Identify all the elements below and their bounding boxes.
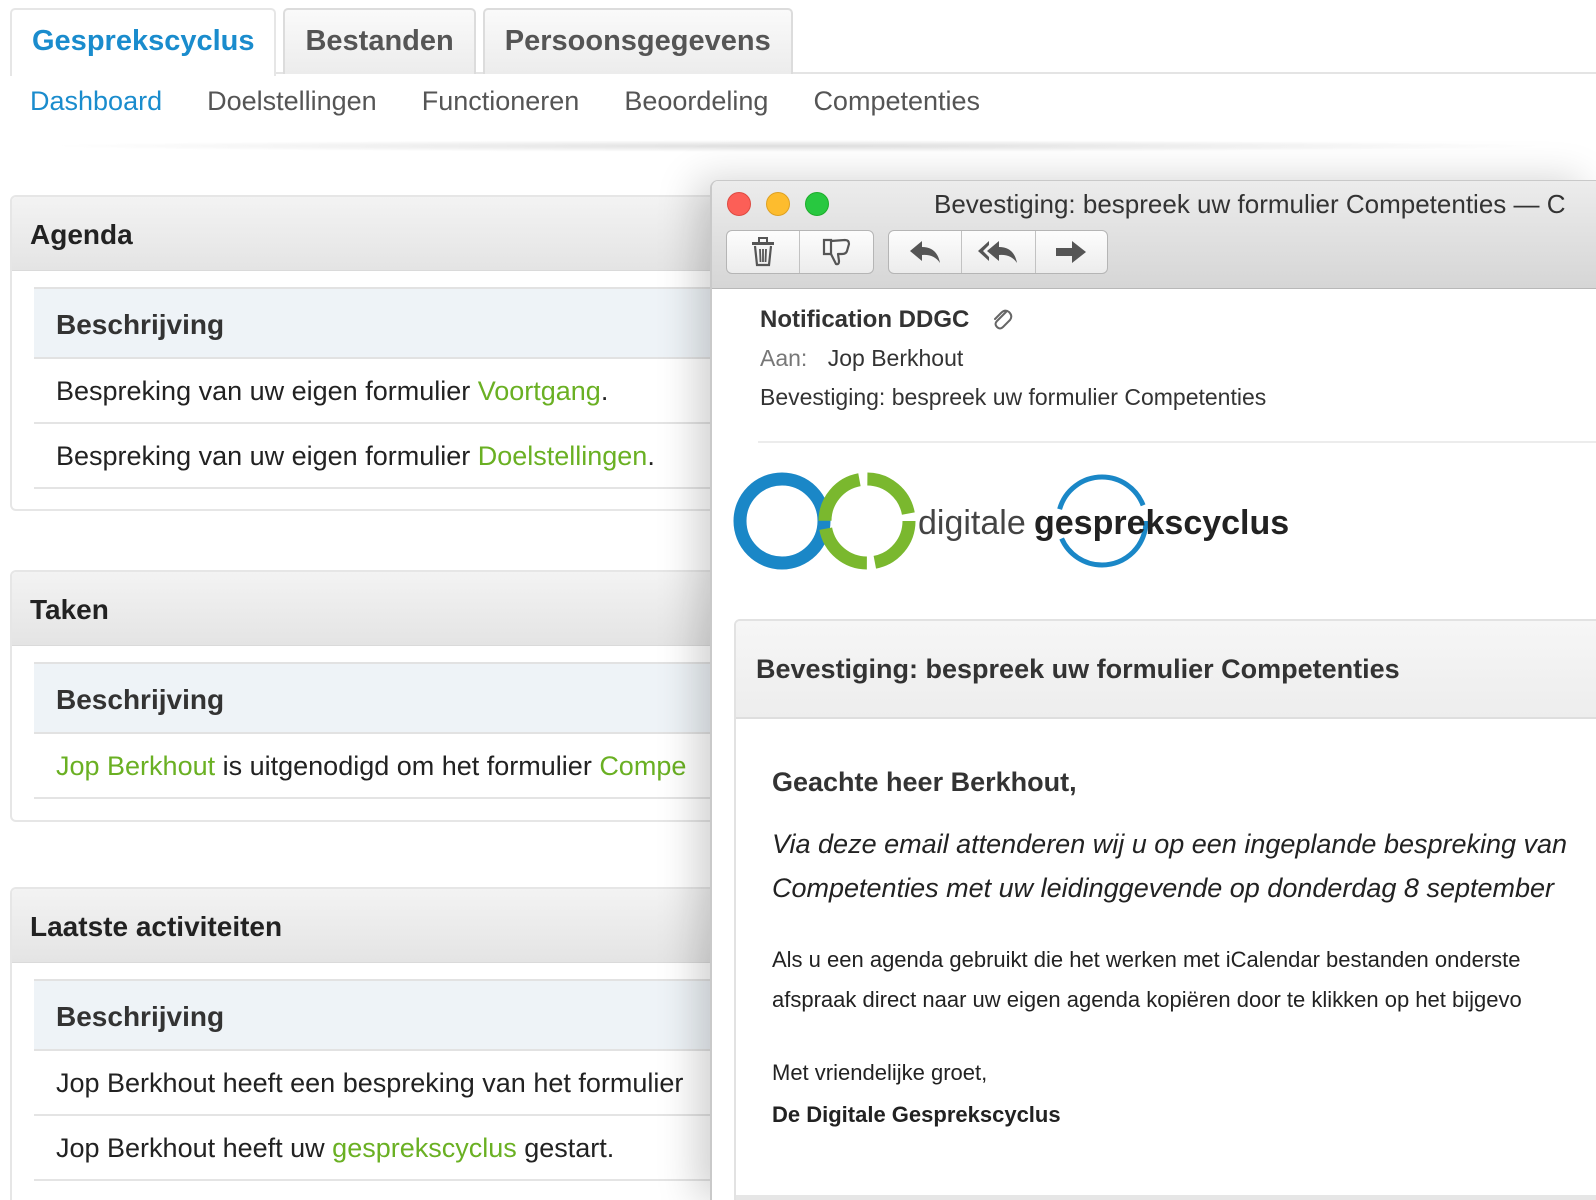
card-title: Bevestiging: bespreek uw formulier Compe… (736, 621, 1596, 719)
row-text-end: gestart. (516, 1133, 615, 1163)
close-window-button[interactable] (727, 192, 751, 216)
zoom-window-button[interactable] (805, 192, 829, 216)
table-row: Jop Berkhout is uitgenodigd om het formu… (34, 734, 748, 799)
mail-action-group (726, 230, 874, 274)
logo-word-gesprekscyclus: gesprekscyclus (1034, 504, 1289, 542)
tab-bestanden[interactable]: Bestanden (283, 8, 476, 74)
minimize-window-button[interactable] (766, 192, 790, 216)
tab-persoonsgegevens[interactable]: Persoonsgegevens (482, 8, 793, 74)
mail-header: Notification DDGC Aan: Jop Berkhout Beve… (760, 306, 1266, 411)
row-link[interactable]: Doelstellingen (478, 441, 648, 471)
delete-button[interactable] (727, 231, 800, 273)
nav-dashboard[interactable]: Dashboard (30, 86, 162, 117)
digitale-gesprekscyclus-logo: digitale gesprekscyclus (733, 472, 1289, 570)
table-row: Jop Berkhout heeft een bespreking van he… (34, 1051, 748, 1116)
mail-window: Bevestiging: bespreek uw formulier Compe… (710, 180, 1596, 1200)
intro-text: Via deze email attenderen wij u op een i… (772, 822, 1596, 910)
to-label: Aan: (760, 345, 808, 371)
row-text: Jop Berkhout heeft een bespreking van he… (56, 1068, 684, 1098)
table-row: Bespreking van uw eigen formulier Voortg… (34, 359, 748, 424)
row-link[interactable]: gesprekscyclus (332, 1133, 517, 1163)
row-link[interactable]: Compe (599, 751, 686, 781)
forward-button[interactable] (1036, 231, 1107, 273)
row-text: is uitgenodigd om het formulier (215, 751, 600, 781)
panel-title: Laatste activiteiten (12, 889, 748, 963)
tab-gesprekscyclus[interactable]: Gesprekscyclus (10, 8, 277, 76)
card-footer (736, 1195, 1596, 1200)
intro-line: Competenties met uw leidinggevende op do… (772, 873, 1555, 903)
panel-title: Agenda (12, 197, 748, 271)
activiteiten-panel: Laatste activiteiten Beschrijving Jop Be… (10, 887, 750, 1200)
reply-icon (910, 241, 941, 263)
row-text: Jop Berkhout heeft uw (56, 1133, 333, 1163)
paragraph-line: Als u een agenda gebruikt die het werken… (772, 947, 1521, 972)
column-header: Beschrijving (34, 287, 748, 359)
row-link[interactable]: Jop Berkhout (56, 751, 215, 781)
mail-subject: Bevestiging: bespreek uw formulier Compe… (760, 384, 1267, 410)
sub-navigation: Dashboard Doelstellingen Functioneren Be… (30, 86, 980, 117)
window-title: Bevestiging: bespreek uw formulier Compe… (934, 189, 1566, 219)
greeting: Geachte heer Berkhout, (772, 767, 1077, 797)
nav-functioneren[interactable]: Functioneren (422, 86, 580, 117)
signature: De Digitale Gesprekscyclus (772, 1102, 1061, 1127)
nav-competenties[interactable]: Competenties (813, 86, 980, 117)
row-text: Bespreking van uw eigen formulier (56, 441, 478, 471)
row-text-end: . (647, 441, 655, 471)
reply-all-button[interactable] (962, 231, 1036, 273)
reply-action-group (888, 230, 1108, 274)
icalendar-paragraph: Als u een agenda gebruikt die het werken… (772, 940, 1596, 1020)
trash-icon (752, 237, 774, 267)
panel-title: Taken (12, 572, 748, 646)
top-tab-bar: Gesprekscyclus Bestanden Persoonsgegeven… (10, 8, 1596, 76)
table-row: Bespreking van uw eigen formulier Doelst… (34, 424, 748, 489)
agenda-panel: Agenda Beschrijving Bespreking van uw ei… (10, 195, 750, 511)
row-text: Bespreking van uw eigen formulier (56, 376, 478, 406)
recipient-name[interactable]: Jop Berkhout (828, 345, 964, 371)
paperclip-icon[interactable] (991, 307, 1013, 333)
junk-button[interactable] (800, 231, 873, 273)
intro-line: Via deze email attenderen wij u op een i… (772, 829, 1568, 859)
table-row: Jop Berkhout heeft uw gesprekscyclus ges… (34, 1116, 748, 1181)
paragraph-line: afspraak direct naar uw eigen agenda kop… (772, 987, 1522, 1012)
nav-doelstellingen[interactable]: Doelstellingen (207, 86, 377, 117)
mail-content-card: Bevestiging: bespreek uw formulier Compe… (734, 619, 1596, 1200)
taken-panel: Taken Beschrijving Jop Berkhout is uitge… (10, 570, 750, 822)
sender-name: Notification DDGC (760, 306, 970, 333)
reply-button[interactable] (889, 231, 963, 273)
column-header: Beschrijving (34, 662, 748, 734)
nav-shadow (40, 140, 1560, 152)
closing: Met vriendelijke groet, (772, 1060, 988, 1085)
forward-arrow-icon (1056, 241, 1087, 263)
thumbs-down-icon (822, 238, 850, 266)
header-divider (758, 441, 1596, 443)
mail-to: Aan: Jop Berkhout (760, 345, 1266, 372)
row-text-end: . (600, 376, 609, 406)
mail-titlebar: Bevestiging: bespreek uw formulier Compe… (712, 181, 1596, 289)
column-header: Beschrijving (34, 979, 748, 1051)
logo-word-digitale: digitale (918, 504, 1026, 542)
reply-all-icon (978, 241, 1018, 263)
mail-from: Notification DDGC (760, 306, 1266, 334)
nav-beoordeling[interactable]: Beoordeling (624, 86, 768, 117)
row-link[interactable]: Voortgang (478, 376, 601, 406)
